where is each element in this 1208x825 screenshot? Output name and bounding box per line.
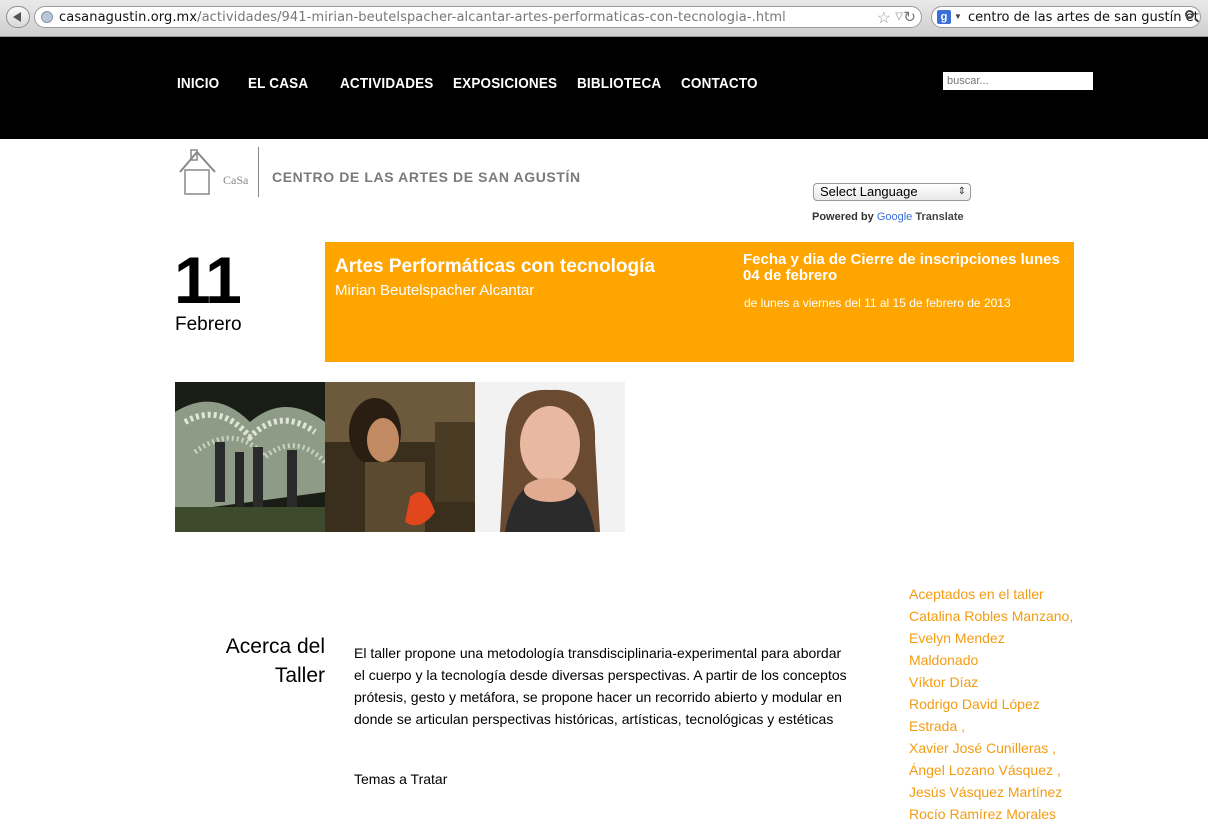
bookmark-star-icon[interactable]: ☆: [877, 8, 891, 28]
event-photo-1[interactable]: [175, 382, 325, 532]
event-banner: Artes Performáticas con tecnología Miria…: [325, 242, 1074, 362]
globe-icon: [41, 11, 53, 23]
event-photo-2[interactable]: [325, 382, 475, 532]
powered-by-label: Powered by: [812, 211, 874, 223]
accepted-item[interactable]: Estrada ,: [909, 715, 1089, 737]
accepted-item[interactable]: Rodrigo David López: [909, 693, 1089, 715]
nav-exposiciones[interactable]: EXPOSICIONES: [453, 75, 557, 92]
event-month: Febrero: [175, 314, 242, 335]
event-author: Mirian Beutelspacher Alcantar: [335, 282, 535, 299]
nav-biblioteca[interactable]: BIBLIOTECA: [577, 75, 661, 92]
site-search-input[interactable]: [943, 72, 1093, 90]
accepted-item[interactable]: Catalina Robles Manzano,: [909, 605, 1089, 627]
nav-el-casa[interactable]: EL CASA: [248, 75, 308, 92]
reload-icon[interactable]: ↻: [903, 8, 916, 26]
nav-inicio[interactable]: INICIO: [177, 75, 219, 92]
powered-by-google-translate: Powered by Google Translate: [812, 211, 964, 223]
browser-toolbar: casanagustin.org.mx/actividades/941-miri…: [0, 0, 1208, 37]
accepted-item[interactable]: Ángel Lozano Vásquez ,: [909, 759, 1089, 781]
event-title: Artes Performáticas con tecnología: [335, 256, 655, 277]
event-dates: de lunes a viernes del 11 al 15 de febre…: [744, 296, 1011, 310]
event-photo-3[interactable]: [475, 382, 625, 532]
accepted-item[interactable]: Víktor Díaz: [909, 671, 1089, 693]
language-select-label: Select Language: [820, 184, 918, 199]
address-bar[interactable]: casanagustin.org.mx/actividades/941-miri…: [34, 6, 922, 28]
org-name: CENTRO DE LAS ARTES DE SAN AGUSTÍN: [272, 169, 581, 185]
accepted-title[interactable]: Aceptados en el taller: [909, 583, 1089, 605]
url-path: /actividades/941-mirian-beutelspacher-al…: [197, 10, 786, 25]
search-query[interactable]: centro de las artes de san gustín etla: [968, 10, 1200, 25]
history-dropdown-icon[interactable]: ▽: [895, 11, 903, 22]
language-select[interactable]: Select Language: [813, 183, 971, 201]
workshop-description: El taller propone una metodología transd…: [354, 645, 847, 727]
event-day: 11: [174, 243, 242, 317]
browser-search-bar[interactable]: g ▼ centro de las artes de san gustín et…: [931, 6, 1201, 28]
registration-deadline: Fecha y dia de Cierre de inscripciones l…: [743, 251, 1060, 284]
accepted-item[interactable]: Maldonado: [909, 649, 1089, 671]
chevron-down-icon[interactable]: ▼: [954, 12, 962, 21]
accepted-item[interactable]: Xavier José Cunilleras ,: [909, 737, 1089, 759]
logo-divider: [258, 147, 259, 197]
google-icon[interactable]: g: [937, 10, 951, 24]
site-nav: INICIO EL CASA ACTIVIDADES EXPOSICIONES …: [0, 37, 1208, 139]
topics-label: Temas a Tratar: [354, 771, 448, 787]
accepted-item[interactable]: Rocío Ramírez Morales: [909, 803, 1089, 825]
search-icon[interactable]: [1185, 10, 1194, 19]
nav-actividades[interactable]: ACTIVIDADES: [340, 75, 433, 92]
url-text: casanagustin.org.mx/actividades/941-miri…: [59, 10, 786, 25]
accepted-item[interactable]: Jesús Vásquez Martínez: [909, 781, 1089, 803]
back-button[interactable]: [6, 6, 30, 28]
casa-logo[interactable]: CaSa: [177, 148, 261, 198]
accepted-item[interactable]: Evelyn Mendez: [909, 627, 1089, 649]
translate-label[interactable]: Translate: [915, 211, 963, 223]
google-logo: Google: [876, 211, 913, 223]
accepted-list: Aceptados en el taller Catalina Robles M…: [909, 583, 1089, 825]
nav-contacto[interactable]: CONTACTO: [681, 75, 758, 92]
section-heading: Acerca del Taller: [225, 635, 325, 687]
logo-text: CaSa: [223, 173, 249, 187]
url-host: casanagustin.org.mx: [59, 10, 198, 25]
